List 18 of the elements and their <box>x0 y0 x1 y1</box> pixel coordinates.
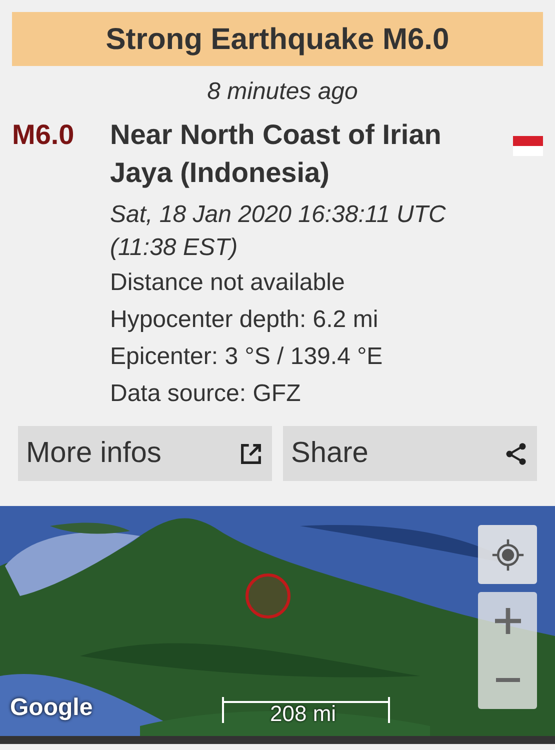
detail-line: Data source: GFZ <box>110 379 302 409</box>
plus-icon <box>494 608 520 634</box>
time-ago: 8 minutes ago <box>206 77 359 107</box>
date-time: Sat, 18 Jan 2020 16:38:11 UTC (11:38 EST) <box>110 200 447 263</box>
scale-label: 208 mi <box>270 700 336 728</box>
header-bar: Strong Earthquake M6.0 <box>12 12 543 66</box>
flag-icon <box>513 136 543 156</box>
detail-line: Hypocenter depth: 6.2 mi <box>110 305 380 335</box>
share-button[interactable]: Share <box>283 426 537 481</box>
map-attribution: Google <box>10 693 93 723</box>
detail-line: Epicenter: 3 °S / 139.4 °E <box>110 342 384 372</box>
more-infos-button[interactable]: More infos <box>18 426 272 481</box>
minus-icon <box>494 676 520 683</box>
region-title: Near North Coast of Irian Jaya (Indonesia) <box>110 118 442 190</box>
locate-icon <box>490 538 524 572</box>
locate-button[interactable] <box>478 525 537 584</box>
detail-line: Distance not available <box>110 268 346 298</box>
magnitude: M6.0 <box>11 118 76 152</box>
